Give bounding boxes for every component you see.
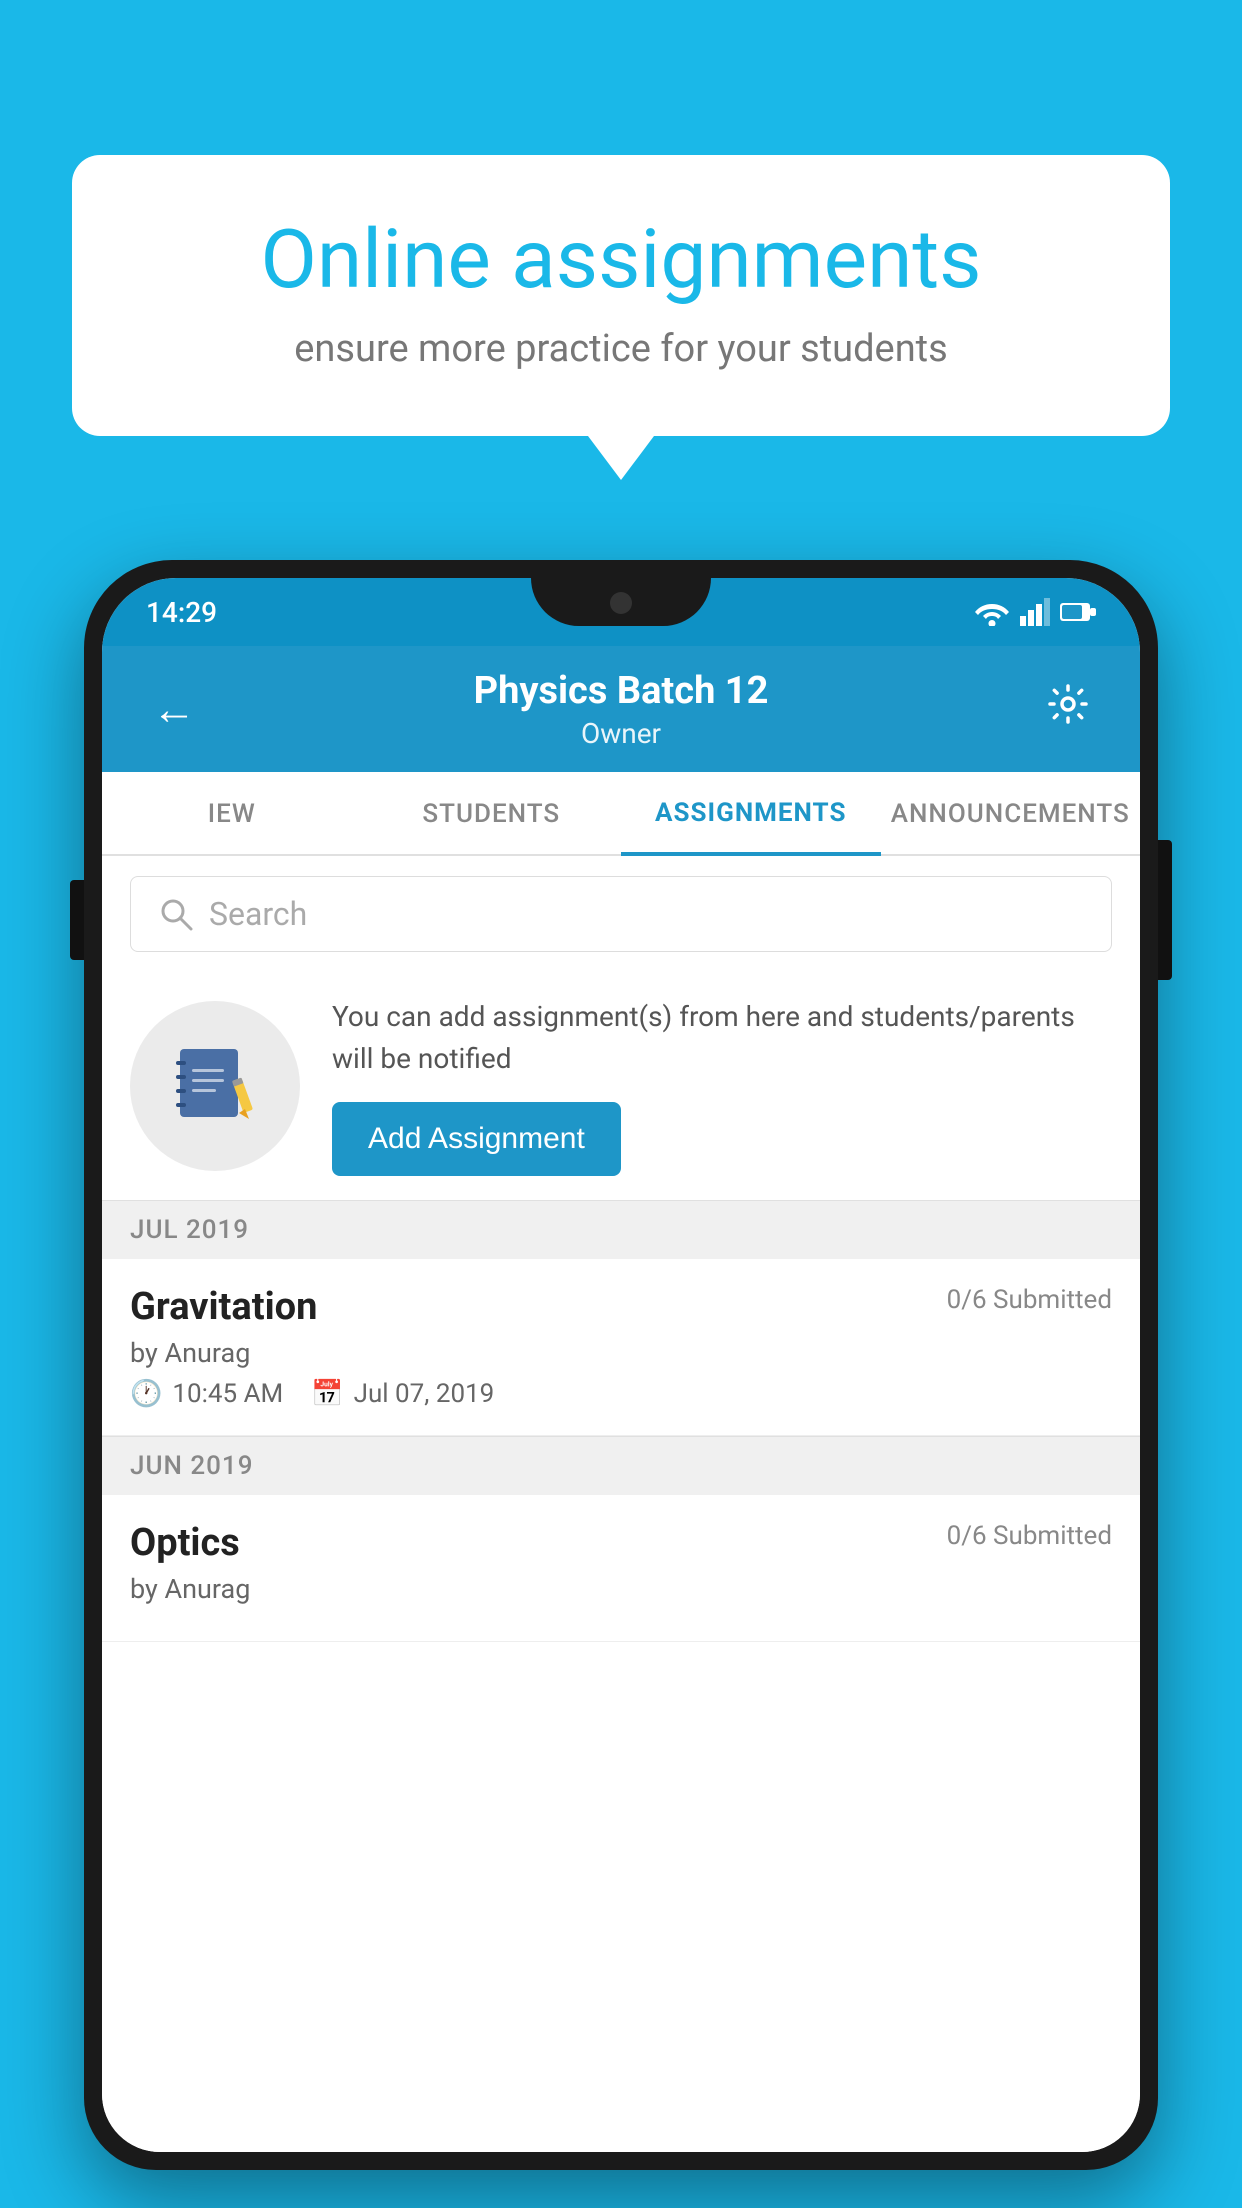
front-camera [610, 592, 632, 614]
speech-bubble-container: Online assignments ensure more practice … [72, 155, 1170, 436]
add-assignment-button[interactable]: Add Assignment [332, 1102, 621, 1176]
phone-outer: 14:29 [84, 560, 1158, 2170]
notebook-icon [170, 1041, 260, 1131]
assignment-top-row: Gravitation 0/6 Submitted [130, 1285, 1112, 1329]
tab-students[interactable]: STUDENTS [362, 774, 622, 856]
status-time: 14:29 [146, 596, 217, 629]
settings-button[interactable] [1036, 672, 1100, 747]
bubble-title: Online assignments [142, 215, 1100, 305]
assignment-top-row-optics: Optics 0/6 Submitted [130, 1521, 1112, 1565]
tab-overview[interactable]: IEW [102, 774, 362, 856]
assignment-name: Gravitation [130, 1285, 317, 1329]
speech-bubble: Online assignments ensure more practice … [72, 155, 1170, 436]
assignment-item-optics[interactable]: Optics 0/6 Submitted by Anurag [102, 1495, 1140, 1642]
search-container: Search [102, 856, 1140, 972]
phone-screen: 14:29 [102, 578, 1140, 2152]
wifi-icon [974, 598, 1010, 626]
info-description: You can add assignment(s) from here and … [332, 996, 1112, 1080]
bubble-subtitle: ensure more practice for your students [142, 327, 1100, 371]
month-separator-jun: JUN 2019 [102, 1436, 1140, 1495]
clock-icon: 🕐 [130, 1379, 162, 1409]
info-text-block: You can add assignment(s) from here and … [332, 996, 1112, 1176]
status-icons [974, 598, 1096, 626]
header-title-block: Physics Batch 12 Owner [206, 669, 1036, 750]
submitted-badge-optics: 0/6 Submitted [947, 1521, 1112, 1551]
info-section: You can add assignment(s) from here and … [102, 972, 1140, 1200]
search-icon [159, 897, 193, 931]
phone-notch [531, 578, 711, 626]
assignment-time: 10:45 AM [172, 1379, 283, 1409]
tabs-bar: IEW STUDENTS ASSIGNMENTS ANNOUNCEMENTS [102, 772, 1140, 856]
assignment-name-optics: Optics [130, 1521, 240, 1565]
assignment-meta: 🕐 10:45 AM 📅 Jul 07, 2019 [130, 1379, 1112, 1409]
search-placeholder: Search [209, 895, 307, 933]
app-header: ← Physics Batch 12 Owner [102, 646, 1140, 772]
assignment-date: Jul 07, 2019 [354, 1379, 495, 1409]
meta-date: 📅 Jul 07, 2019 [311, 1379, 494, 1409]
header-subtitle: Owner [206, 717, 1036, 750]
search-bar[interactable]: Search [130, 876, 1112, 952]
battery-icon [1060, 601, 1096, 623]
calendar-icon: 📅 [311, 1379, 343, 1409]
submitted-badge: 0/6 Submitted [947, 1285, 1112, 1315]
tab-announcements[interactable]: ANNOUNCEMENTS [881, 774, 1141, 856]
phone-wrapper: 14:29 [84, 560, 1158, 2208]
content-area: Search [102, 856, 1140, 2152]
assignment-icon-circle [130, 1001, 300, 1171]
header-title: Physics Batch 12 [206, 669, 1036, 713]
tab-assignments[interactable]: ASSIGNMENTS [621, 774, 881, 856]
assignment-item-gravitation[interactable]: Gravitation 0/6 Submitted by Anurag 🕐 10… [102, 1259, 1140, 1436]
gear-icon [1046, 682, 1090, 726]
signal-icon [1020, 598, 1050, 626]
back-button[interactable]: ← [142, 673, 206, 745]
assignment-author: by Anurag [130, 1337, 1112, 1369]
assignment-author-optics: by Anurag [130, 1573, 1112, 1605]
meta-time: 🕐 10:45 AM [130, 1379, 283, 1409]
month-separator-jul: JUL 2019 [102, 1200, 1140, 1259]
